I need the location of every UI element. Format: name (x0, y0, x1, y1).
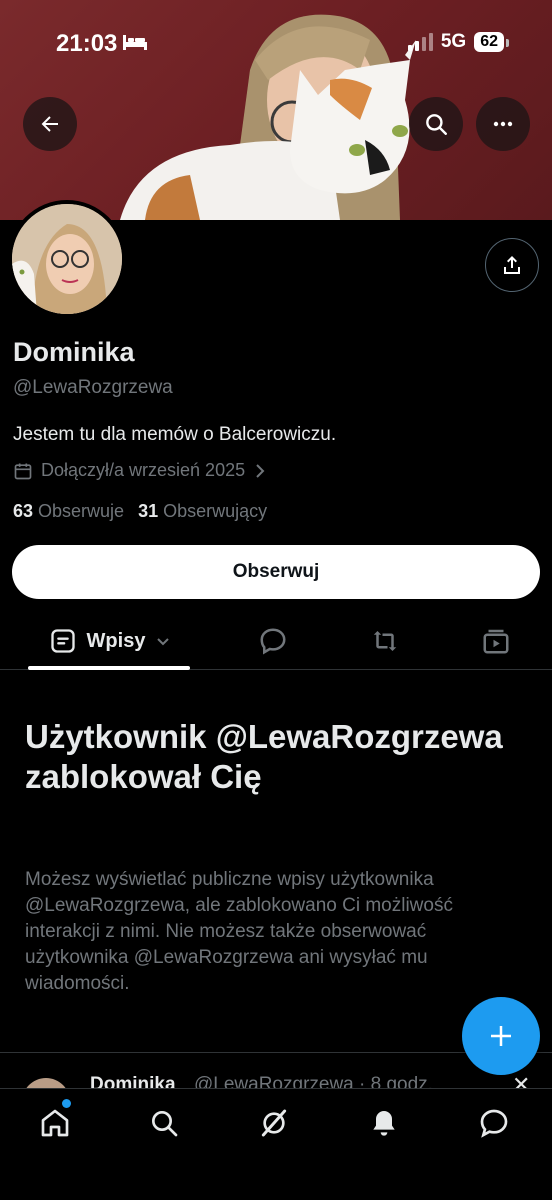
followers-link[interactable]: 31 Obserwujący (138, 501, 267, 522)
join-date-label: Dołączył/a wrzesień 2025 (41, 460, 246, 480)
active-tab-indicator (28, 666, 190, 670)
followers-label: Obserwujący (163, 501, 268, 521)
following-label: Obserwuje (38, 501, 125, 521)
home-notification-dot (62, 1099, 71, 1108)
post-author: Dominika (90, 1074, 176, 1088)
post-preview[interactable]: Dominika @LewaRozgrzewa · 8 godz. ✕ (0, 1058, 552, 1088)
avatar-image (12, 204, 122, 314)
chat-icon (480, 1109, 508, 1138)
profile-tabs: Wpisy (0, 612, 552, 670)
plus-icon (491, 1026, 511, 1046)
search-icon (152, 1111, 178, 1137)
chevron-down-icon (157, 638, 170, 646)
followers-count: 31 (138, 501, 159, 521)
following-link[interactable]: 63 Obserwuje (13, 501, 124, 522)
profile-bio: Jestem tu dla memów o Balcerowiczu. (13, 424, 337, 445)
chevron-right-icon (256, 463, 265, 478)
nav-search[interactable] (144, 1103, 184, 1143)
profile-name: Dominika (13, 337, 135, 367)
grok-icon (261, 1109, 287, 1137)
join-date[interactable]: Dołączył/a wrzesień 2025 (13, 460, 267, 481)
back-button[interactable] (23, 97, 77, 151)
tab-replies[interactable] (258, 626, 288, 661)
post-meta: @LewaRozgrzewa · 8 godz. (194, 1074, 433, 1088)
calendar-icon (14, 463, 32, 479)
search-button[interactable] (409, 97, 463, 151)
following-count: 63 (13, 501, 34, 521)
cellular-signal-icon (407, 33, 433, 51)
tab-media[interactable] (481, 626, 511, 661)
share-button[interactable] (485, 238, 539, 292)
follow-stats: 63 Obserwuje 31 Obserwujący (13, 501, 267, 522)
x-logo-icon: ✕ (512, 1072, 531, 1088)
sleep-mode-icon (122, 33, 148, 56)
reply-icon (260, 628, 286, 655)
status-bar: 21:03 5G 62 (0, 0, 552, 90)
share-icon (504, 256, 520, 274)
more-options-button[interactable] (476, 97, 530, 151)
compose-button[interactable] (462, 997, 540, 1075)
post-avatar[interactable] (22, 1078, 70, 1088)
posts-icon (50, 629, 75, 653)
home-icon (41, 1109, 69, 1137)
tab-posts-label: Wpisy (86, 629, 146, 652)
video-icon (483, 629, 509, 654)
blocked-description: Możesz wyświetlać publiczne wpisy użytko… (25, 869, 453, 994)
bottom-navigation (0, 1088, 552, 1200)
status-indicators: 5G 62 (407, 31, 509, 53)
more-icon (493, 121, 513, 127)
nav-notifications[interactable] (364, 1103, 404, 1143)
blocked-title: Użytkownik @LewaRozgrzewa zablokował Cię (25, 718, 503, 795)
nav-grok[interactable] (254, 1103, 294, 1143)
profile-handle: @LewaRozgrzewa (13, 377, 173, 398)
follow-button[interactable]: Obserwuj (12, 545, 540, 599)
nav-messages[interactable] (474, 1103, 514, 1143)
search-icon (426, 114, 447, 135)
network-type: 5G (440, 31, 467, 52)
battery-level: 62 (474, 32, 509, 52)
tab-posts[interactable]: Wpisy (30, 612, 190, 670)
nav-home[interactable] (35, 1103, 75, 1143)
arrow-left-icon (41, 116, 58, 132)
status-time: 21:03 (56, 30, 118, 57)
repost-icon (373, 631, 397, 651)
tab-reposts[interactable] (369, 626, 401, 661)
bell-icon (373, 1111, 395, 1136)
profile-avatar[interactable] (8, 200, 126, 318)
